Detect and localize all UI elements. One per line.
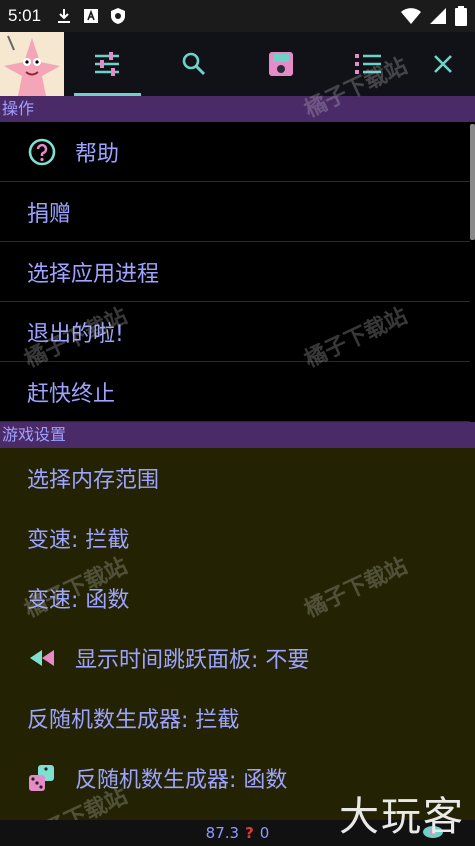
- bottom-value: 87.3: [205, 824, 240, 842]
- avatar[interactable]: [0, 32, 64, 96]
- status-bar: 5:01: [0, 0, 475, 32]
- menu-item-label: 选择内存范围: [27, 468, 160, 493]
- dice-icon: [27, 763, 57, 793]
- scrollbar[interactable]: [470, 124, 475, 240]
- rewind-icon: [27, 643, 57, 673]
- tab-save[interactable]: [238, 32, 325, 96]
- menu-item-label: 帮助: [75, 141, 120, 167]
- close-button[interactable]: [411, 32, 475, 96]
- sliders-icon: [95, 52, 120, 76]
- menu-item-terminate[interactable]: 赶快终止: [0, 362, 470, 422]
- download-icon: [58, 9, 71, 23]
- menu-item-label: 变速: 函数: [27, 588, 130, 613]
- tab-search[interactable]: [151, 32, 238, 96]
- menu-item-label: 捐赠: [27, 201, 72, 227]
- menu-item-donate[interactable]: 捐赠: [0, 182, 470, 242]
- menu-item-anti-rng-hook[interactable]: 反随机数生成器: 拦截: [0, 688, 475, 748]
- menu-item-label: 退出的啦!: [27, 321, 124, 347]
- tab-list[interactable]: [324, 32, 411, 96]
- menu-item-label: 反随机数生成器: 拦截: [27, 708, 240, 733]
- menu-item-help[interactable]: 帮助: [0, 122, 470, 182]
- close-icon: [434, 55, 452, 73]
- status-time: 5:01: [8, 6, 42, 25]
- menu-item-speed-hook[interactable]: 变速: 拦截: [0, 508, 475, 568]
- menu-item-memory-range[interactable]: 选择内存范围: [0, 448, 475, 508]
- floppy-disk-icon: [268, 52, 293, 76]
- signal-icon: [430, 8, 446, 24]
- menu-item-speed-function[interactable]: 变速: 函数: [0, 568, 475, 628]
- menu-item-time-jump-panel[interactable]: 显示时间跳跃面板: 不要: [0, 628, 475, 688]
- menu-item-label: 反随机数生成器: 函数: [75, 768, 288, 793]
- tab-settings[interactable]: [64, 32, 151, 96]
- brand-logo: 大玩客: [339, 794, 465, 840]
- patrick-star-icon: [0, 32, 64, 96]
- wifi-icon: [401, 8, 421, 24]
- app-a-icon: [84, 9, 99, 23]
- menu-item-select-process[interactable]: 选择应用进程: [0, 242, 470, 302]
- menu-item-label: 赶快终止: [27, 381, 116, 407]
- ops-list: 帮助 捐赠 选择应用进程 退出的啦! 赶快终止: [0, 122, 470, 422]
- menu-item-label: 选择应用进程: [27, 261, 160, 287]
- list-icon: [354, 54, 381, 74]
- battery-icon: [455, 6, 467, 26]
- bottom-question: ?: [245, 824, 254, 842]
- section-header-ops: 操作: [0, 96, 475, 122]
- bottom-count: 0: [259, 824, 270, 842]
- search-icon: [182, 52, 206, 76]
- section-header-game-settings: 游戏设置: [0, 422, 475, 448]
- menu-item-label: 显示时间跳跃面板: 不要: [75, 648, 310, 673]
- game-settings-list: 选择内存范围 变速: 拦截 变速: 函数 显示时间跳跃面板: 不要 反随机数生成…: [0, 448, 475, 820]
- menu-item-label: 变速: 拦截: [27, 528, 130, 553]
- toolbar: [0, 32, 475, 96]
- bug-shield-icon: [111, 8, 126, 24]
- help-icon: [27, 137, 57, 167]
- menu-item-exit[interactable]: 退出的啦!: [0, 302, 470, 362]
